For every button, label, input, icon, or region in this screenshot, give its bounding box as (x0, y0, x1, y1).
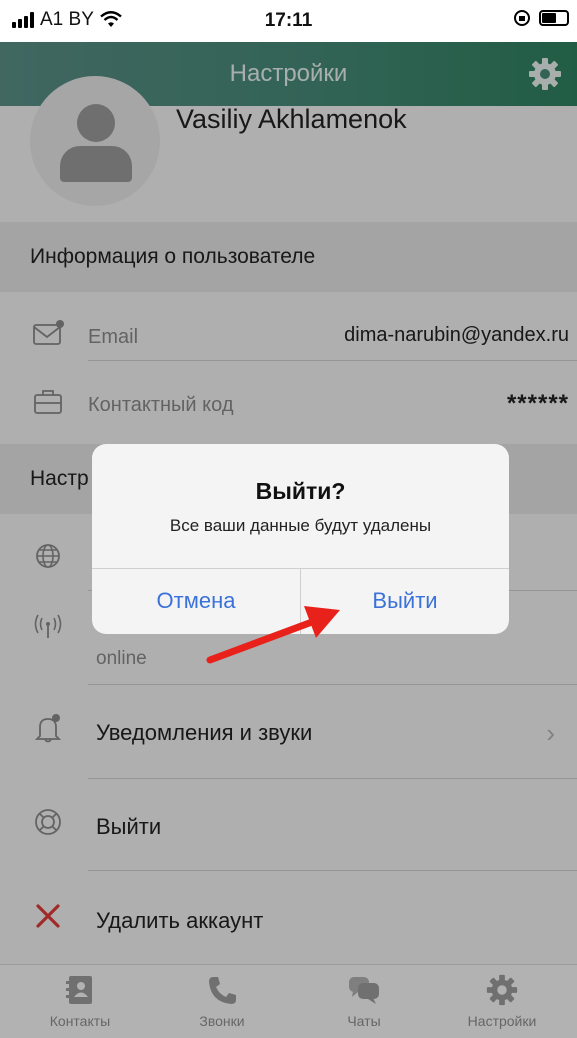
status-time: 17:11 (264, 10, 313, 31)
annotation-arrow-icon (206, 606, 340, 664)
dialog-title: Выйти? (255, 478, 346, 504)
status-bar: A1 BY 17:11 (0, 0, 577, 42)
orientation-lock-icon (514, 10, 530, 26)
dialog-message: Все ваши данные будут удалены (169, 516, 432, 535)
battery-icon (539, 10, 569, 26)
status-right (513, 9, 569, 27)
